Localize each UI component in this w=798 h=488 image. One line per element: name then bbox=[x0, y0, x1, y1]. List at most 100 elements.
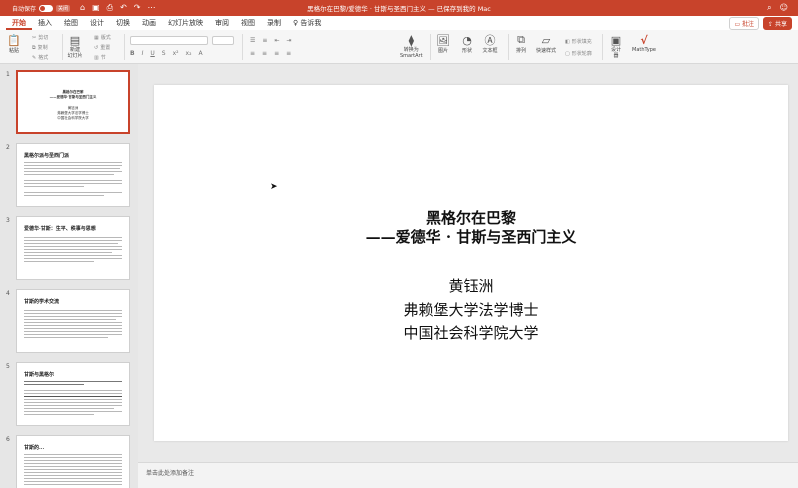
new-slide-button[interactable]: ▤ 新建 幻灯片 bbox=[67, 33, 83, 60]
comment-icon: ▭ bbox=[734, 21, 743, 28]
text-line bbox=[24, 396, 122, 397]
arrange-button[interactable]: ⧉ 排列 bbox=[513, 33, 529, 54]
text-line bbox=[24, 331, 122, 332]
divider bbox=[124, 34, 125, 60]
outdent-icon[interactable]: ⇤ bbox=[274, 37, 279, 44]
search-icon[interactable]: ⌕ bbox=[767, 3, 771, 13]
shape-label: 形状 bbox=[461, 48, 472, 54]
slide-thumbnail-1[interactable]: 黑格尔在巴黎 ——爱德华·甘斯与圣西门主义 黄钰洲 弗赖堡大学法学博士 中国社会… bbox=[16, 70, 130, 134]
redo-icon[interactable]: ↷ bbox=[134, 3, 141, 13]
text-line bbox=[24, 337, 108, 338]
quick-styles-button[interactable]: ▱ 快速样式 bbox=[536, 33, 557, 55]
font-color-icon[interactable]: A bbox=[199, 50, 203, 57]
slide-title-line2[interactable]: ——爱德华 · 甘斯与圣西门主义 bbox=[154, 226, 788, 247]
slide-thumbnail-2[interactable]: 黑格尔派与圣西门派 bbox=[16, 143, 130, 207]
slide-title-line1[interactable]: 黑格尔在巴黎 bbox=[154, 207, 788, 228]
cut-label: 剪切 bbox=[38, 35, 49, 41]
affiliation-2[interactable]: 中国社会科学院大学 bbox=[154, 322, 788, 343]
layout-button[interactable]: ▦ 版式 bbox=[94, 34, 111, 42]
shape-outline-label: 形状轮廓 bbox=[571, 51, 592, 57]
comments-button[interactable]: ▭ 批注 bbox=[729, 17, 760, 30]
text-line bbox=[24, 313, 122, 314]
slide-thumbnail-5[interactable]: 甘斯与黑格尔 bbox=[16, 362, 130, 426]
paragraph-list-row: ☰ ≡ ⇤ ⇥ bbox=[250, 37, 291, 44]
tab-record[interactable]: 录制 bbox=[261, 16, 287, 30]
home-icon[interactable]: ⌂ bbox=[80, 3, 85, 13]
justify-icon[interactable]: ≡ bbox=[286, 50, 291, 57]
layout-label: 版式 bbox=[100, 35, 111, 41]
underline-icon[interactable]: U bbox=[150, 50, 154, 57]
save-icon[interactable]: ▣ bbox=[92, 3, 100, 13]
fill-icon: ◧ bbox=[565, 38, 570, 45]
convert-smartart-button[interactable]: ⧫ 转换为 SmartArt bbox=[400, 33, 423, 60]
text-line bbox=[24, 328, 122, 329]
paste-button[interactable]: 📋 粘贴 bbox=[6, 33, 22, 55]
undo-icon[interactable]: ↶ bbox=[120, 3, 127, 13]
bullets-icon[interactable]: ☰ bbox=[250, 37, 255, 44]
indent-icon[interactable]: ⇥ bbox=[286, 37, 291, 44]
slide-number: 4 bbox=[6, 290, 10, 297]
align-center-icon[interactable]: ≡ bbox=[262, 50, 267, 57]
text-line bbox=[24, 408, 114, 409]
align-left-icon[interactable]: ≡ bbox=[250, 50, 255, 57]
subscript-icon[interactable]: x₂ bbox=[186, 50, 192, 57]
quick-styles-label: 快速样式 bbox=[536, 48, 557, 54]
slide-number: 3 bbox=[6, 217, 10, 224]
superscript-icon[interactable]: x² bbox=[173, 50, 179, 57]
tab-insert[interactable]: 插入 bbox=[32, 16, 58, 30]
author-name[interactable]: 黄钰洲 bbox=[154, 275, 788, 296]
more-icon[interactable]: ⋯ bbox=[147, 3, 155, 13]
designer-button[interactable]: ▣ 设计 器 bbox=[608, 33, 624, 60]
textbox-button[interactable]: Ⓐ 文本框 bbox=[482, 33, 498, 54]
slide-thumbnail-6[interactable]: 甘斯的... bbox=[16, 435, 130, 488]
autosave-toggle[interactable] bbox=[39, 4, 54, 12]
shape-button[interactable]: ◔ 形状 bbox=[459, 33, 475, 55]
text-line bbox=[24, 255, 122, 256]
slide-thumbnail-4[interactable]: 甘斯的学术交流 bbox=[16, 289, 130, 353]
autosave-control[interactable]: 自动保存 关闭 bbox=[12, 4, 71, 13]
shape-fill-button[interactable]: ◧ 形状填充 bbox=[565, 38, 592, 46]
text-line bbox=[24, 319, 116, 320]
text-line bbox=[24, 246, 122, 247]
tab-slideshow[interactable]: 幻灯片放映 bbox=[162, 16, 209, 30]
text-line bbox=[24, 168, 120, 169]
title-bar: 自动保存 关闭 ⌂ ▣ ⎙ ↶ ↷ ⋯ 黑格尔在巴黎/爱德华 · 甘斯与圣西门主… bbox=[0, 0, 798, 16]
print-icon[interactable]: ⎙ bbox=[107, 3, 113, 13]
mouse-cursor-icon: ➤ bbox=[270, 182, 278, 192]
tab-transitions[interactable]: 切换 bbox=[110, 16, 136, 30]
current-slide[interactable]: 黑格尔在巴黎 ——爱德华 · 甘斯与圣西门主义 黄钰洲 弗赖堡大学法学博士 中国… bbox=[154, 85, 788, 441]
font-size-select[interactable] bbox=[212, 36, 234, 45]
text-line bbox=[24, 405, 122, 406]
text-line bbox=[24, 183, 122, 184]
notes-pane[interactable]: 单击此处添加备注 bbox=[138, 462, 798, 488]
notes-placeholder: 单击此处添加备注 bbox=[146, 470, 195, 477]
font-name-select[interactable] bbox=[130, 36, 208, 45]
affiliation-1[interactable]: 弗赖堡大学法学博士 bbox=[154, 299, 788, 320]
slide-thumbnail-3[interactable]: 爱德华·甘斯：生平、秩事与思想 bbox=[16, 216, 130, 280]
format-painter-button[interactable]: ✎ 格式 bbox=[32, 54, 48, 62]
outline-icon: ▢ bbox=[565, 50, 570, 57]
tab-design[interactable]: 设计 bbox=[84, 16, 110, 30]
tab-home[interactable]: 开始 bbox=[6, 16, 32, 30]
tab-view[interactable]: 视图 bbox=[235, 16, 261, 30]
italic-icon[interactable]: I bbox=[142, 50, 144, 57]
numbering-icon[interactable]: ≡ bbox=[262, 37, 267, 44]
cut-button[interactable]: ✂ 剪切 bbox=[32, 34, 49, 42]
shape-outline-button[interactable]: ▢ 形状轮廓 bbox=[565, 50, 592, 58]
mathtype-button[interactable]: √ MathType bbox=[632, 33, 656, 54]
strikethrough-icon[interactable]: S bbox=[162, 50, 166, 57]
picture-button[interactable]: 🖼 图片 bbox=[435, 33, 451, 55]
share-icon: ⇪ bbox=[768, 21, 775, 28]
tab-review[interactable]: 审阅 bbox=[209, 16, 235, 30]
section-button[interactable]: ▥ 节 bbox=[94, 54, 106, 62]
share-button[interactable]: ⇪ 共享 bbox=[763, 17, 792, 30]
bold-icon[interactable]: B bbox=[130, 50, 135, 57]
copy-button[interactable]: ⧉ 复制 bbox=[32, 44, 48, 52]
reset-button[interactable]: ↺ 重置 bbox=[94, 44, 110, 52]
align-right-icon[interactable]: ≡ bbox=[274, 50, 279, 57]
profile-icon[interactable]: ☺ bbox=[780, 3, 788, 13]
tab-draw[interactable]: 绘图 bbox=[58, 16, 84, 30]
slide-thumbnails-pane: 1 黑格尔在巴黎 ——爱德华·甘斯与圣西门主义 黄钰洲 弗赖堡大学法学博士 中国… bbox=[0, 64, 138, 488]
tab-animations[interactable]: 动画 bbox=[136, 16, 162, 30]
tab-tell-me[interactable]: ♀ 告诉我 bbox=[287, 16, 327, 30]
